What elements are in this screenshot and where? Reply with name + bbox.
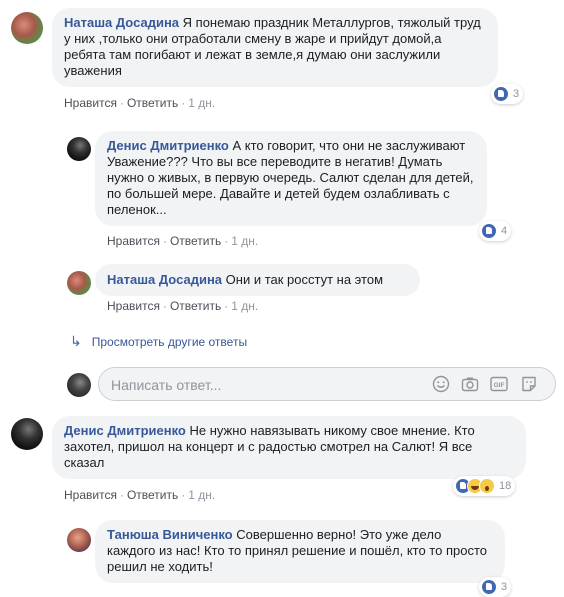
- avatar[interactable]: [67, 271, 91, 295]
- reactions-count: 3: [501, 581, 508, 593]
- comment-actions: Нравится · Ответить · 1 дн.: [107, 234, 259, 248]
- comment-bubble: Денис Дмитриенко Не нужно навязывать ник…: [52, 416, 526, 479]
- comment-author[interactable]: Денис Дмитриенко: [107, 138, 229, 153]
- reactions-badge[interactable]: 3: [491, 84, 524, 104]
- reactions-badge[interactable]: 4: [479, 221, 512, 241]
- current-user-avatar: [67, 373, 91, 397]
- like-link[interactable]: Нравится: [64, 488, 117, 502]
- timestamp[interactable]: 1 дн.: [231, 234, 258, 248]
- comment-actions: Нравится · Ответить · 1 дн.: [64, 488, 216, 502]
- reactions-badge[interactable]: 3: [479, 577, 512, 597]
- reactions-count: 4: [501, 225, 508, 237]
- comment-author[interactable]: Наташа Досадина: [64, 15, 179, 30]
- reactions-count: 18: [499, 480, 512, 492]
- sticker-icon[interactable]: [520, 375, 538, 393]
- comment-bubble: Наташа Досадина Я понемаю праздник Метал…: [52, 8, 498, 87]
- comment-author[interactable]: Денис Дмитриенко: [64, 423, 186, 438]
- comment-author[interactable]: Танюша Виниченко: [107, 527, 233, 542]
- comment-bubble: Наташа Досадина Они и так росстут на это…: [95, 264, 420, 296]
- reply-input[interactable]: [109, 368, 423, 402]
- like-reaction-icon: [493, 86, 509, 102]
- svg-text:GIF: GIF: [494, 382, 505, 389]
- reply-arrow-icon: ↳: [70, 333, 82, 349]
- wow-reaction-icon: [479, 478, 495, 494]
- comment-bubble: Денис Дмитриенко А кто говорит, что они …: [95, 131, 487, 226]
- like-link[interactable]: Нравится: [107, 234, 160, 248]
- comment-text: Они и так росстут на этом: [225, 272, 384, 287]
- comment-actions: Нравится · Ответить · 1 дн.: [64, 96, 216, 110]
- timestamp[interactable]: 1 дн.: [231, 299, 258, 313]
- timestamp[interactable]: 1 дн.: [188, 96, 215, 110]
- avatar[interactable]: [67, 528, 91, 552]
- reply-link[interactable]: Ответить: [170, 234, 221, 248]
- reply-link[interactable]: Ответить: [170, 299, 221, 313]
- camera-icon[interactable]: [461, 375, 479, 393]
- reply-link[interactable]: Ответить: [127, 488, 178, 502]
- view-more-replies-label[interactable]: Просмотреть другие ответы: [92, 335, 247, 349]
- like-reaction-icon: [481, 579, 497, 595]
- gif-icon[interactable]: GIF: [490, 375, 508, 393]
- reply-link[interactable]: Ответить: [127, 96, 178, 110]
- reactions-count: 3: [513, 88, 520, 100]
- comment-bubble: Танюша Виниченко Совершенно верно! Это у…: [95, 520, 505, 583]
- like-link[interactable]: Нравится: [107, 299, 160, 313]
- reply-input-box[interactable]: GIF: [98, 367, 556, 402]
- avatar[interactable]: [11, 12, 43, 44]
- view-more-replies-link[interactable]: ↳ Просмотреть другие ответы: [70, 333, 247, 350]
- like-link[interactable]: Нравится: [64, 96, 117, 110]
- timestamp[interactable]: 1 дн.: [188, 488, 215, 502]
- reactions-badge[interactable]: 18: [453, 476, 516, 496]
- smiley-icon[interactable]: [432, 375, 450, 393]
- avatar[interactable]: [11, 418, 43, 450]
- like-reaction-icon: [481, 223, 497, 239]
- avatar[interactable]: [67, 137, 91, 161]
- comment-actions: Нравится · Ответить · 1 дн.: [107, 299, 259, 313]
- comment-author[interactable]: Наташа Досадина: [107, 272, 222, 287]
